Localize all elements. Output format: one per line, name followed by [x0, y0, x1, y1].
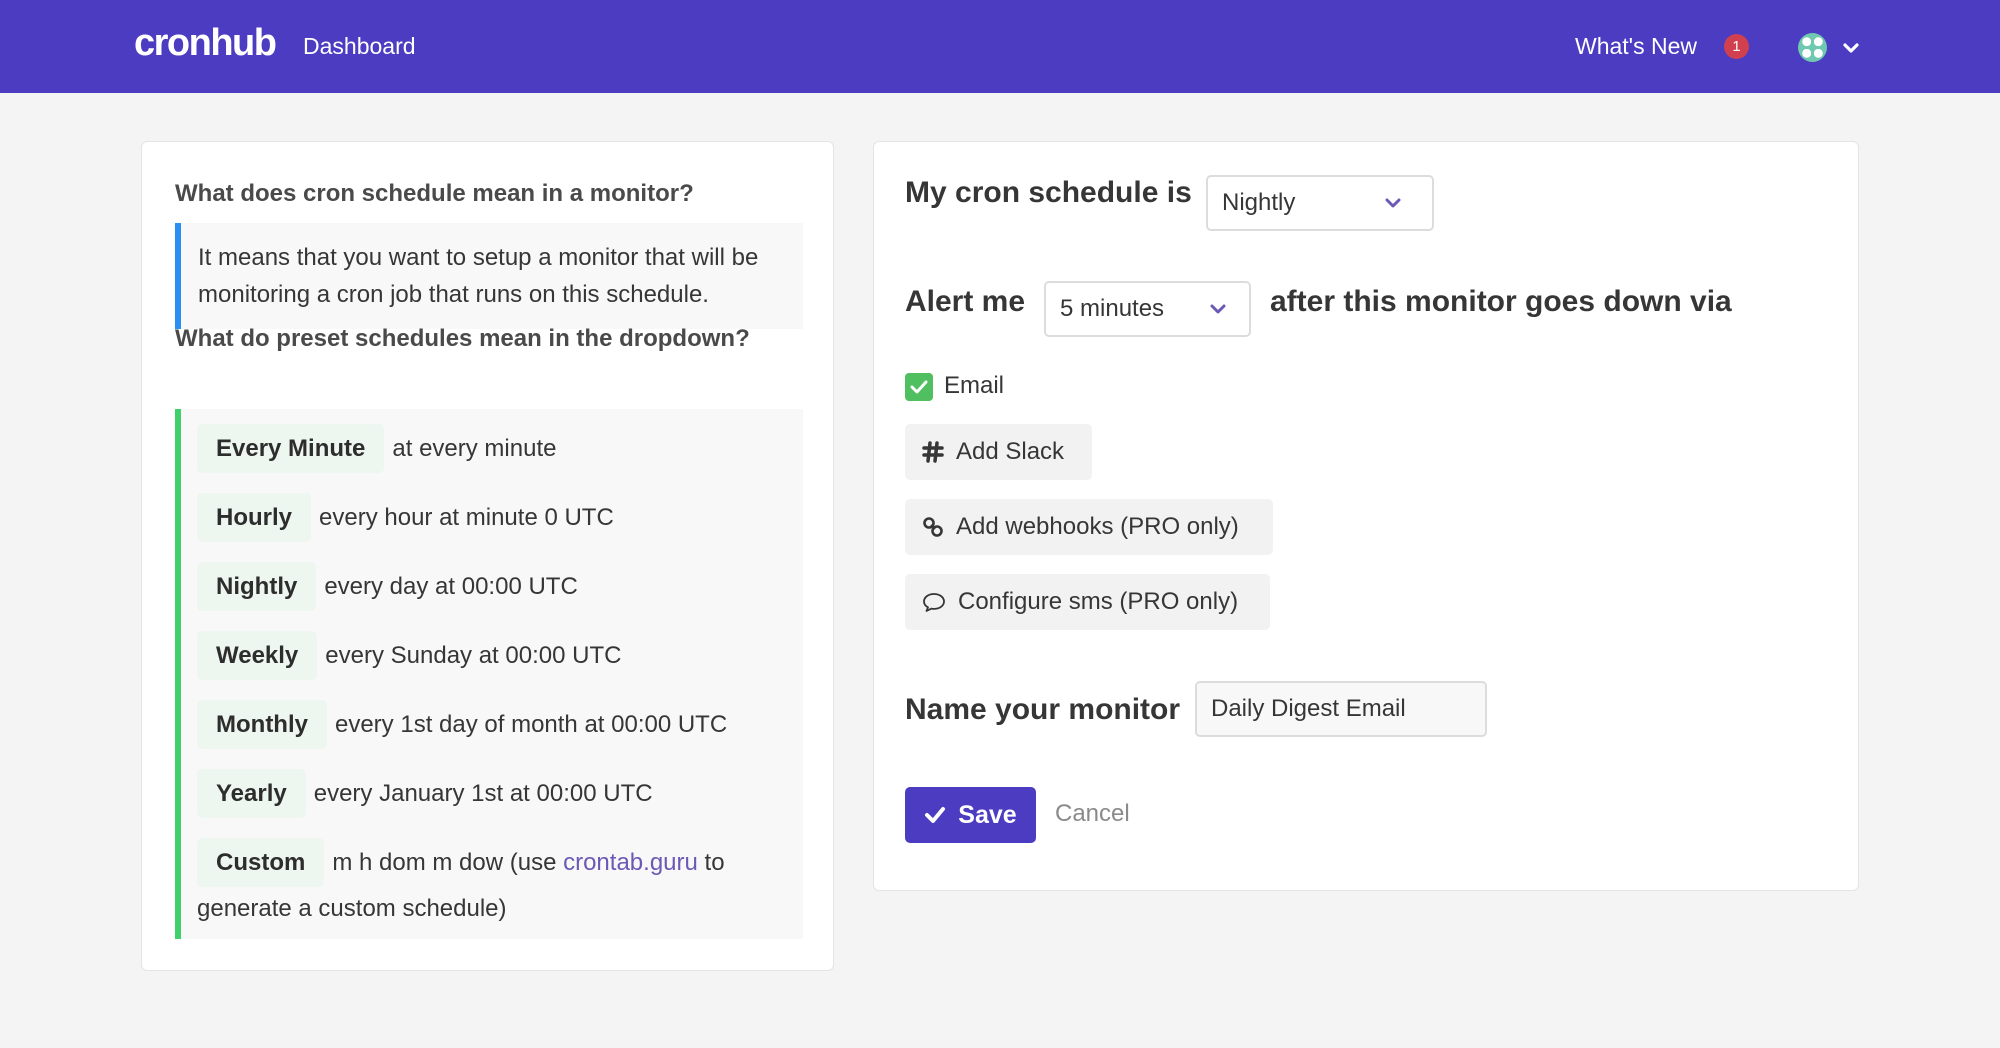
chevron-down-icon[interactable]: [1841, 38, 1861, 58]
chevron-down-icon: [1210, 304, 1226, 314]
save-button[interactable]: Save: [905, 787, 1036, 843]
preset-item: Monthly every 1st day of month at 00:00 U…: [197, 700, 727, 749]
preset-item-custom: Custom m h dom m dow (use crontab.guru to…: [197, 838, 797, 931]
alert-delay-value: 5 minutes: [1060, 295, 1165, 322]
preset-desc: every hour at minute 0 UTC: [319, 504, 614, 531]
navbar: cronhub Dashboard What's New 1: [0, 0, 2000, 93]
monitor-form-card: My cron schedule is Nightly Alert me 5 m…: [873, 141, 1859, 891]
help-question-presets: What do preset schedules mean in the dro…: [175, 325, 750, 352]
add-slack-label: Add Slack: [956, 438, 1065, 465]
help-answer-cron: It means that you want to setup a monito…: [175, 223, 803, 329]
logo[interactable]: cronhub: [134, 22, 277, 65]
email-label[interactable]: Email: [944, 372, 1004, 400]
preset-tag: Custom: [197, 838, 325, 887]
alert-suffix: after this monitor goes down via: [1270, 285, 1732, 318]
chevron-down-icon: [1385, 198, 1401, 208]
preset-desc: every 1st day of month at 00:00 UTC: [334, 711, 728, 738]
schedule-select-value: Nightly: [1222, 189, 1296, 216]
add-webhooks-label: Add webhooks (PRO only): [956, 513, 1239, 540]
notification-badge: 1: [1724, 34, 1749, 59]
preset-list: Every Minute at every minute Hourly every …: [175, 409, 803, 939]
monitor-name-input[interactable]: [1195, 681, 1487, 737]
schedule-label: My cron schedule is: [905, 176, 1192, 209]
preset-tag: Hourly: [197, 493, 312, 542]
preset-tag: Nightly: [197, 562, 317, 611]
comment-icon: [923, 593, 945, 612]
add-slack-button[interactable]: Add Slack: [905, 424, 1092, 480]
email-checkbox[interactable]: [905, 373, 933, 401]
link-icon: [923, 517, 943, 537]
help-card: What does cron schedule mean in a monito…: [141, 141, 834, 971]
alert-delay-select[interactable]: 5 minutes: [1044, 281, 1251, 337]
preset-desc: every day at 00:00 UTC: [324, 573, 578, 600]
alert-label: Alert me: [905, 285, 1026, 318]
preset-tag: Yearly: [197, 769, 306, 818]
preset-desc: every January 1st at 00:00 UTC: [313, 780, 653, 807]
preset-item: Every Minute at every minute: [197, 424, 556, 473]
preset-item: Yearly every January 1st at 00:00 UTC: [197, 769, 653, 818]
preset-desc: every Sunday at 00:00 UTC: [325, 642, 622, 669]
avatar[interactable]: [1798, 33, 1827, 62]
preset-tag: Weekly: [197, 631, 318, 680]
add-webhooks-button[interactable]: Add webhooks (PRO only): [905, 499, 1273, 555]
preset-desc: at every minute: [392, 435, 557, 462]
help-question-cron: What does cron schedule mean in a monito…: [175, 180, 694, 207]
preset-item: Hourly every hour at minute 0 UTC: [197, 493, 614, 542]
schedule-select[interactable]: Nightly: [1206, 175, 1434, 231]
preset-item: Weekly every Sunday at 00:00 UTC: [197, 631, 621, 680]
check-icon: [910, 380, 928, 394]
cancel-button[interactable]: Cancel: [1055, 800, 1130, 828]
preset-desc: m h dom m dow (use: [332, 849, 564, 876]
preset-tag: Every Minute: [197, 424, 385, 473]
slack-icon: [922, 441, 944, 463]
configure-sms-button[interactable]: Configure sms (PRO only): [905, 574, 1270, 630]
crontab-guru-link[interactable]: crontab.guru: [563, 849, 698, 876]
whats-new-link[interactable]: What's New: [1575, 33, 1697, 60]
save-label: Save: [958, 800, 1017, 829]
nav-dashboard-link[interactable]: Dashboard: [303, 33, 416, 60]
configure-sms-label: Configure sms (PRO only): [958, 588, 1239, 615]
check-icon: [925, 807, 946, 823]
preset-item: Nightly every day at 00:00 UTC: [197, 562, 578, 611]
preset-tag: Monthly: [197, 700, 327, 749]
name-label: Name your monitor: [905, 693, 1181, 726]
